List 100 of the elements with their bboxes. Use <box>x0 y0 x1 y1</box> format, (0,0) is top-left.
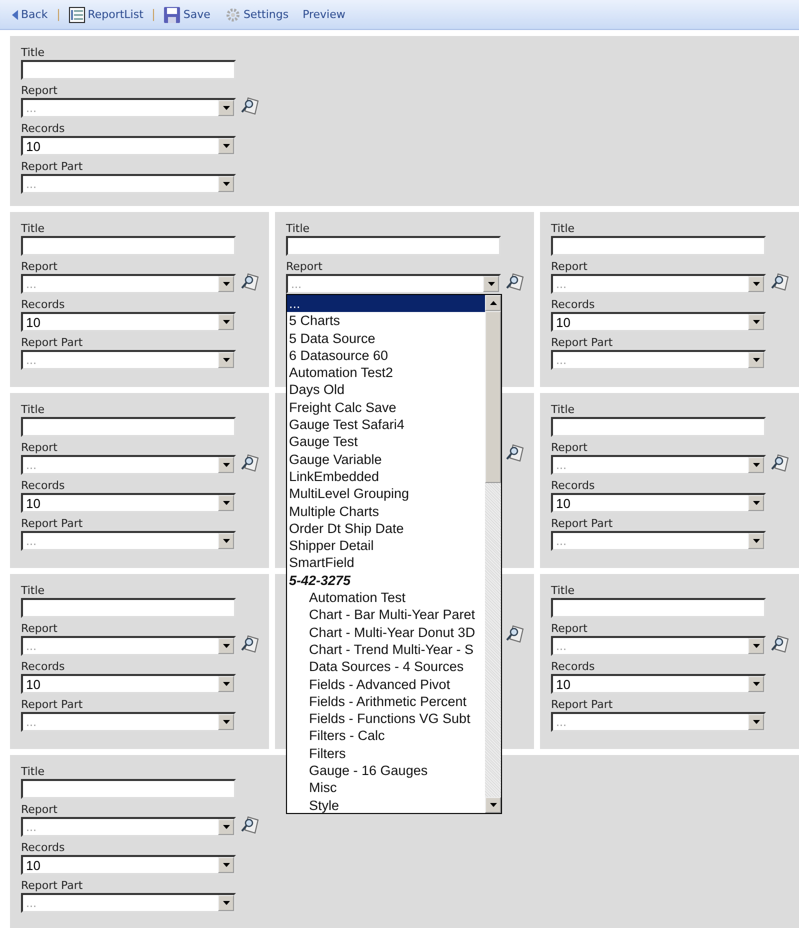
title-input[interactable] <box>286 236 501 256</box>
title-input[interactable] <box>21 417 236 437</box>
field-label: Title <box>21 765 45 779</box>
toolbar-link[interactable]: Back <box>12 8 48 21</box>
caret-icon <box>752 501 760 505</box>
caret-icon <box>752 682 760 686</box>
field-label: Records <box>551 660 595 674</box>
toolbar-link[interactable]: Save <box>164 6 210 22</box>
magnifier-icon[interactable] <box>770 634 790 654</box>
field-label: Report <box>21 260 58 274</box>
list-option[interactable]: Order Dt Ship Date <box>287 520 485 538</box>
toolbar-link[interactable]: Settings <box>226 8 289 22</box>
caret-icon <box>222 182 230 186</box>
records-select[interactable]: 10 <box>21 855 236 875</box>
magnifier-icon[interactable] <box>240 96 260 116</box>
title-input[interactable] <box>551 236 766 256</box>
list-option[interactable]: Freight Calc Save <box>287 398 485 416</box>
caret-icon <box>222 863 230 867</box>
caret-icon <box>752 282 760 286</box>
field-label: Title <box>21 584 45 598</box>
caret-icon <box>222 720 230 724</box>
field-label: Report <box>21 622 58 636</box>
list-option[interactable]: SmartField <box>287 554 485 572</box>
records-select[interactable]: 10 <box>21 674 236 694</box>
records-select[interactable]: 10 <box>551 312 766 332</box>
list-option[interactable]: Filters - Calc <box>287 727 485 745</box>
list-option[interactable]: Chart - Bar Multi-Year Paret <box>287 606 485 624</box>
field-label: Title <box>551 584 575 598</box>
caret-icon <box>752 644 760 648</box>
title-input[interactable] <box>21 598 236 618</box>
caret-icon <box>490 803 496 807</box>
list-option[interactable]: ... <box>287 295 485 312</box>
caret-icon <box>222 463 230 467</box>
magnifier-icon[interactable] <box>770 272 790 292</box>
list-option[interactable]: Fields - Functions VG Subt <box>287 710 485 728</box>
field-label: Title <box>21 222 45 236</box>
field-label: Records <box>21 841 65 855</box>
records-select[interactable]: 10 <box>551 493 766 513</box>
field-label: Records <box>551 298 595 312</box>
caret-icon <box>222 320 230 324</box>
field-label: Report Part <box>21 517 83 531</box>
title-input[interactable] <box>551 598 766 618</box>
magnifier-icon[interactable] <box>505 272 525 292</box>
records-select[interactable]: 10 <box>21 136 236 156</box>
records-select[interactable]: 10 <box>21 493 236 513</box>
list-option[interactable]: 5-42-3275 <box>287 572 485 590</box>
magnifier-icon[interactable] <box>770 453 790 473</box>
field-label: Report Part <box>21 698 83 712</box>
list-option[interactable]: Multiple Charts <box>287 502 485 520</box>
magnifier-icon[interactable] <box>240 634 260 654</box>
list-option[interactable]: Automation Test <box>287 589 485 606</box>
magnifier-icon[interactable] <box>240 272 260 292</box>
list-option[interactable]: Data Sources - 4 Sources <box>287 658 485 676</box>
list-option[interactable]: 5 Data Source <box>287 330 485 347</box>
list-option[interactable]: Style <box>287 796 485 813</box>
list-option[interactable]: Days Old <box>287 381 485 399</box>
caret-icon <box>222 282 230 286</box>
field-label: Report <box>21 803 58 817</box>
list-option[interactable]: MultiLevel Grouping <box>287 485 485 503</box>
magnifier-icon[interactable] <box>505 624 525 644</box>
field-label: Report Part <box>551 336 613 350</box>
toolbar-link[interactable]: Preview <box>302 8 346 21</box>
field-label: Records <box>551 479 595 493</box>
list-option[interactable]: 5 Charts <box>287 312 485 330</box>
list-option[interactable]: Shipper Detail <box>287 537 485 554</box>
list-option[interactable]: Misc <box>287 779 485 797</box>
magnifier-icon[interactable] <box>240 453 260 473</box>
field-label: Report <box>551 441 588 455</box>
field-label: Report <box>21 84 58 98</box>
list-option[interactable]: Gauge Test <box>287 433 485 451</box>
list-option[interactable]: Automation Test2 <box>287 364 485 382</box>
caret-icon <box>752 539 760 543</box>
list-option[interactable]: Gauge Variable <box>287 450 485 468</box>
list-option[interactable]: Fields - Advanced Pivot <box>287 676 485 693</box>
field-label: Title <box>551 403 575 417</box>
toolbar-link[interactable]: ReportList <box>68 6 144 22</box>
caret-icon <box>488 282 494 286</box>
field-label: Title <box>551 222 575 236</box>
title-input[interactable] <box>551 417 766 437</box>
title-input[interactable] <box>21 236 236 256</box>
records-select[interactable]: 10 <box>21 312 236 332</box>
title-input[interactable] <box>21 779 236 799</box>
field-label: Records <box>21 298 65 312</box>
caret-icon <box>222 501 230 505</box>
list-option[interactable]: Fields - Arithmetic Percent <box>287 692 485 710</box>
caret-icon <box>222 106 230 110</box>
list-option[interactable]: Gauge Test Safari4 <box>287 416 485 434</box>
list-option[interactable]: LinkEmbedded <box>287 468 485 486</box>
scrollbar[interactable] <box>485 295 501 813</box>
list-option[interactable]: Filters <box>287 744 485 762</box>
caret-icon <box>490 301 496 305</box>
records-select[interactable]: 10 <box>551 674 766 694</box>
title-input[interactable] <box>21 60 236 80</box>
magnifier-icon[interactable] <box>505 443 525 463</box>
list-option[interactable]: Gauge - 16 Gauges <box>287 762 485 780</box>
list-option[interactable]: 6 Datasource 60 <box>287 346 485 364</box>
caret-icon <box>222 539 230 543</box>
list-option[interactable]: Chart - Trend Multi-Year - S <box>287 640 485 658</box>
list-option[interactable]: Chart - Multi-Year Donut 3D <box>287 624 485 641</box>
magnifier-icon[interactable] <box>240 815 260 835</box>
